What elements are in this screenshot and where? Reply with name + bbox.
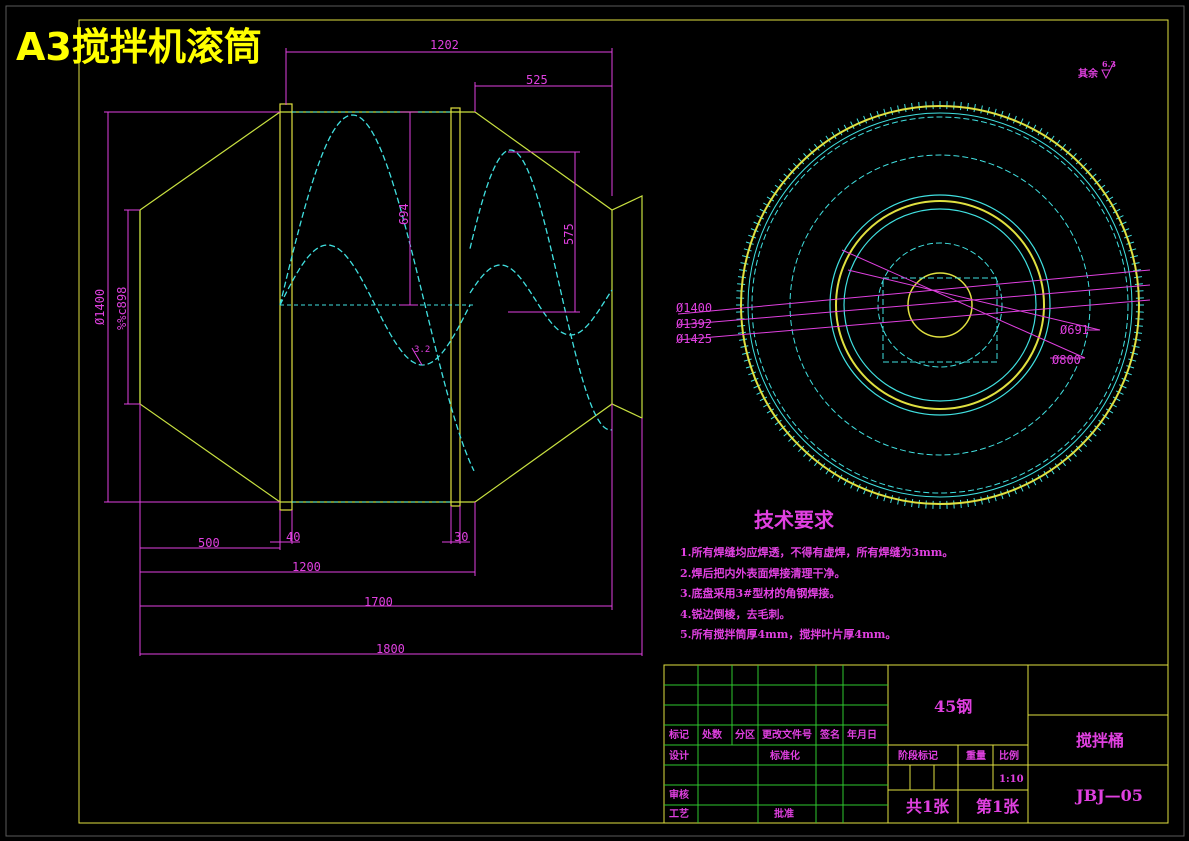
stage-label: 阶段标记 <box>898 749 938 762</box>
rev-header: 年月日 <box>847 728 877 741</box>
dim-40: 40 <box>286 530 300 544</box>
title-block-grid <box>664 665 888 823</box>
dim-inner-height-1: 694 <box>397 203 411 225</box>
dim-d1425: Ø1425 <box>676 332 712 346</box>
rev-header: 处数 <box>701 728 723 741</box>
helical-blade-right-inner <box>469 264 613 336</box>
rev-header: 分区 <box>735 728 755 741</box>
part-name: 搅拌桶 <box>1076 731 1124 750</box>
process-label: 工艺 <box>669 807 689 820</box>
tech-req-item: 5.所有搅拌筒厚4mm，搅拌叶片厚4mm。 <box>680 627 896 641</box>
cad-drawing: A3搅拌机滚筒 其余 6.3 1202 525 694 575 Ø1400 %%… <box>5 5 1185 837</box>
dim-500: 500 <box>198 536 220 550</box>
hub-outline <box>882 277 998 363</box>
leader-lines <box>677 249 1151 359</box>
end-view <box>677 101 1151 509</box>
dim-inner-dia: %%c898 <box>115 287 129 330</box>
ring-left <box>279 103 293 511</box>
design-label: 设计 <box>669 749 689 762</box>
dim-d691: Ø691 <box>1060 323 1089 337</box>
tech-req-item: 3.底盘采用3#型材的角钢焊接。 <box>680 586 840 600</box>
dim-d800: Ø800 <box>1052 353 1081 367</box>
dim-right-top: 525 <box>526 73 548 87</box>
tech-req-list: 1.所有焊缝均应焊透，不得有虚焊，所有焊缝为3mm。 2.焊后把内外表面焊接清理… <box>680 545 953 641</box>
weight-label: 重量 <box>966 749 986 762</box>
outer-border <box>5 5 1185 837</box>
side-view <box>139 103 643 511</box>
dim-d1400: Ø1400 <box>676 301 712 315</box>
standard-label: 标准化 <box>769 749 800 762</box>
tech-req-heading: 技术要求 <box>754 508 835 532</box>
rev-header: 更改文件号 <box>762 728 812 741</box>
drawing-frame <box>78 19 1169 824</box>
dim-1700: 1700 <box>364 595 393 609</box>
drawing-number: JBJ—05 <box>1074 786 1143 805</box>
dim-thickness: 3.2 <box>414 345 430 355</box>
dim-outer-dia: Ø1400 <box>93 289 107 325</box>
tech-req-item: 4.锐边倒棱，去毛刺。 <box>680 607 790 621</box>
outer-rim <box>740 105 1140 505</box>
rev-header: 标记 <box>668 728 689 741</box>
dim-1800: 1800 <box>376 642 405 656</box>
review-label: 审核 <box>669 788 689 801</box>
scale-value: 1:10 <box>999 774 1024 785</box>
drum-outline <box>139 111 643 503</box>
material: 45钢 <box>934 697 972 716</box>
dim-inner-height-2: 575 <box>562 223 576 245</box>
ring-right <box>450 107 461 507</box>
dim-1200: 1200 <box>292 560 321 574</box>
sheet-no: 第1张 <box>976 797 1020 816</box>
dim-overall-top: 1202 <box>430 38 459 52</box>
helical-blade-right <box>469 149 613 431</box>
rev-header: 签名 <box>819 728 840 741</box>
helical-blade-outer <box>279 114 475 472</box>
total-sheets: 共1张 <box>906 797 950 816</box>
dim-30: 30 <box>454 530 468 544</box>
scale-label: 比例 <box>999 749 1019 762</box>
side-dimension-lines <box>104 48 643 656</box>
approve-label: 批准 <box>774 807 794 820</box>
dim-d1392: Ø1392 <box>676 317 712 331</box>
tech-req-item: 1.所有焊缝均应焊透，不得有虚焊，所有焊缝为3mm。 <box>680 545 953 559</box>
inner-rim <box>835 200 1045 410</box>
surface-note-label: 其余 <box>1078 67 1099 80</box>
surface-note-value: 6.3 <box>1102 59 1116 69</box>
drawing-title: A3搅拌机滚筒 <box>16 25 262 69</box>
tech-req-item: 2.焊后把内外表面焊接清理干净。 <box>680 566 845 580</box>
ring-gear-teeth <box>736 101 1144 509</box>
